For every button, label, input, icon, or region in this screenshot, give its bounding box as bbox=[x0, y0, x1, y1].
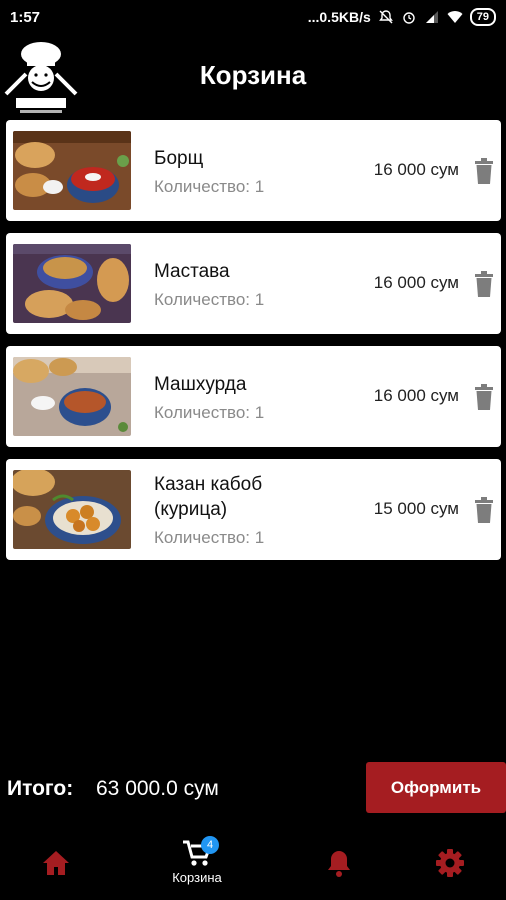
borscht-photo bbox=[13, 131, 131, 210]
trash-icon[interactable] bbox=[473, 158, 495, 184]
item-name-line1: Казан кабоб bbox=[154, 474, 263, 495]
bell-icon bbox=[328, 851, 350, 877]
app-header: Корзина bbox=[0, 34, 506, 120]
trash-icon[interactable] bbox=[473, 384, 495, 410]
nav-cart[interactable]: 4 Корзина bbox=[157, 836, 237, 896]
item-name: Машхурда bbox=[154, 374, 247, 395]
battery-indicator: 79 bbox=[469, 8, 496, 26]
item-name: Казан кабоб (курица) bbox=[154, 472, 262, 522]
trash-icon[interactable] bbox=[473, 271, 495, 297]
status-icons: ...0.5KB/s 79 bbox=[308, 8, 496, 26]
mashkhurda-photo bbox=[13, 357, 131, 436]
item-name-line2: (курица) bbox=[154, 499, 228, 520]
nav-settings[interactable] bbox=[410, 836, 490, 896]
item-name: Мастава bbox=[154, 261, 230, 282]
signal-icon bbox=[425, 11, 438, 23]
item-name: Борщ bbox=[154, 148, 204, 169]
home-icon bbox=[43, 851, 69, 875]
total-value: 63 000.0 сум bbox=[96, 777, 219, 800]
item-quantity: Количество: 1 bbox=[154, 528, 265, 547]
trash-icon[interactable] bbox=[473, 497, 495, 523]
item-quantity: Количество: 1 bbox=[154, 403, 265, 422]
order-summary: Итого: 63 000.0 сум Оформить bbox=[0, 762, 506, 814]
item-price: 15 000 сум bbox=[373, 499, 459, 518]
nav-cart-label: Корзина bbox=[172, 870, 222, 885]
item-price: 16 000 сум bbox=[373, 160, 459, 179]
alarm-icon bbox=[403, 12, 415, 24]
item-quantity: Количество: 1 bbox=[154, 177, 265, 196]
bottom-nav: 4 Корзина bbox=[0, 836, 506, 900]
nav-home[interactable] bbox=[16, 836, 96, 896]
nav-notifications[interactable] bbox=[299, 836, 379, 896]
total-label: Итого: bbox=[7, 777, 74, 800]
item-price: 16 000 сум bbox=[373, 386, 459, 405]
mastava-photo bbox=[13, 244, 131, 323]
status-bar: 1:57 ...0.5KB/s 79 bbox=[0, 0, 506, 34]
cart-item[interactable]: Борщ Количество: 1 16 000 сум bbox=[6, 120, 501, 221]
checkout-button[interactable]: Оформить bbox=[366, 762, 506, 813]
cart-item[interactable]: Казан кабоб (курица) Количество: 1 15 00… bbox=[6, 459, 501, 560]
gear-icon bbox=[436, 849, 464, 877]
mute-icon bbox=[378, 10, 393, 24]
page-title-text: Корзина bbox=[199, 60, 307, 90]
network-speed: ...0.5KB/s bbox=[307, 9, 371, 25]
cart-list: Борщ Количество: 1 16 000 сум Мастава Ко… bbox=[6, 120, 501, 572]
item-price: 16 000 сум bbox=[373, 273, 459, 292]
wifi-icon bbox=[447, 11, 463, 23]
page-title: Корзина bbox=[0, 60, 506, 91]
kazan-kabob-photo bbox=[13, 470, 131, 549]
status-time: 1:57 bbox=[10, 8, 41, 26]
cart-count-badge: 4 bbox=[201, 836, 219, 854]
cart-item[interactable]: Машхурда Количество: 1 16 000 сум bbox=[6, 346, 501, 447]
item-quantity: Количество: 1 bbox=[154, 290, 265, 309]
cart-item[interactable]: Мастава Количество: 1 16 000 сум bbox=[6, 233, 501, 334]
